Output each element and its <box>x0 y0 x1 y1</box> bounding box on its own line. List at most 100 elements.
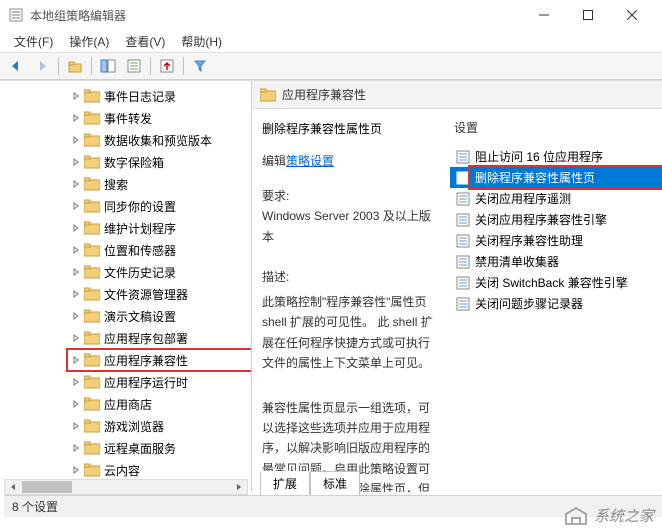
forward-button[interactable] <box>30 55 54 77</box>
close-button[interactable] <box>610 0 654 30</box>
chevron-right-icon[interactable] <box>70 156 82 168</box>
details-header: 应用程序兼容性 <box>252 81 662 109</box>
setting-item[interactable]: 关闭 SwitchBack 兼容性引擎 <box>450 272 662 293</box>
scroll-thumb[interactable] <box>22 481 72 493</box>
export-button[interactable] <box>155 55 179 77</box>
chevron-right-icon[interactable] <box>70 376 82 388</box>
tree-item[interactable]: 数字保险箱 <box>70 151 251 173</box>
minimize-button[interactable] <box>522 0 566 30</box>
tree-item[interactable]: 位置和传感器 <box>70 239 251 261</box>
chevron-right-icon[interactable] <box>70 200 82 212</box>
chevron-right-icon[interactable] <box>70 112 82 124</box>
window-title: 本地组策略编辑器 <box>30 7 522 24</box>
setting-label: 阻止访问 16 位应用程序 <box>475 148 603 165</box>
description-label: 描述: <box>262 267 440 287</box>
setting-item[interactable]: 删除程序兼容性属性页 <box>450 167 662 188</box>
folder-icon <box>84 111 100 125</box>
back-button[interactable] <box>4 55 28 77</box>
tree-item[interactable]: 应用商店 <box>70 393 251 415</box>
tree-item-label: 维护计划程序 <box>104 220 176 237</box>
tree-item[interactable]: 事件日志记录 <box>70 85 251 107</box>
filter-button[interactable] <box>188 55 212 77</box>
folder-icon <box>84 397 100 411</box>
setting-item[interactable]: 阻止访问 16 位应用程序 <box>450 146 662 167</box>
tree-item-label: 数字保险箱 <box>104 154 164 171</box>
tree-item-label: 应用程序兼容性 <box>104 352 188 369</box>
menu-help[interactable]: 帮助(H) <box>173 31 230 52</box>
policy-icon <box>456 192 470 206</box>
chevron-right-icon[interactable] <box>70 134 82 146</box>
up-button[interactable] <box>63 55 87 77</box>
policy-icon <box>456 276 470 290</box>
chevron-right-icon[interactable] <box>70 442 82 454</box>
chevron-right-icon[interactable] <box>70 332 82 344</box>
scroll-left-button[interactable] <box>5 480 21 494</box>
tab-standard[interactable]: 标准 <box>310 471 360 495</box>
tree-item-label: 事件转发 <box>104 110 152 127</box>
setting-item[interactable]: 关闭程序兼容性助理 <box>450 230 662 251</box>
chevron-right-icon[interactable] <box>70 266 82 278</box>
chevron-right-icon[interactable] <box>70 178 82 190</box>
policy-icon <box>456 297 470 311</box>
menu-file[interactable]: 文件(F) <box>6 31 61 52</box>
maximize-button[interactable] <box>566 0 610 30</box>
setting-label: 关闭程序兼容性助理 <box>475 232 583 249</box>
policy-icon <box>456 255 470 269</box>
tab-extended[interactable]: 扩展 <box>260 471 310 495</box>
setting-item[interactable]: 关闭应用程序兼容性引擎 <box>450 209 662 230</box>
tree-item-label: 远程桌面服务 <box>104 440 176 457</box>
setting-label: 关闭问题步骤记录器 <box>475 295 583 312</box>
tree-item[interactable]: 维护计划程序 <box>70 217 251 239</box>
details-pane: 应用程序兼容性 删除程序兼容性属性页 编辑策略设置 要求: Windows Se… <box>252 81 662 492</box>
chevron-right-icon[interactable] <box>70 222 82 234</box>
chevron-right-icon[interactable] <box>70 288 82 300</box>
setting-item[interactable]: 禁用清单收集器 <box>450 251 662 272</box>
tree-item[interactable]: 搜索 <box>70 173 251 195</box>
tree-item[interactable]: 演示文稿设置 <box>70 305 251 327</box>
chevron-right-icon[interactable] <box>70 244 82 256</box>
scroll-right-button[interactable] <box>231 480 247 494</box>
folder-icon <box>84 199 100 213</box>
tree-item[interactable]: 应用程序兼容性 <box>70 349 251 371</box>
setting-item[interactable]: 关闭问题步骤记录器 <box>450 293 662 314</box>
show-hide-button[interactable] <box>96 55 120 77</box>
tree-item[interactable]: 游戏浏览器 <box>70 415 251 437</box>
setting-item[interactable]: 关闭应用程序遥测 <box>450 188 662 209</box>
chevron-right-icon[interactable] <box>70 90 82 102</box>
tree-item-label: 应用商店 <box>104 396 152 413</box>
settings-list: 设置 阻止访问 16 位应用程序 删除程序兼容性属性页 关闭应用程序遥测 关闭应… <box>450 109 662 492</box>
setting-label: 关闭应用程序兼容性引擎 <box>475 211 607 228</box>
tree-item[interactable]: 文件资源管理器 <box>70 283 251 305</box>
tree-item-label: 文件资源管理器 <box>104 286 188 303</box>
chevron-right-icon[interactable] <box>70 420 82 432</box>
tree-item[interactable]: 数据收集和预览版本 <box>70 129 251 151</box>
requirements-text: Windows Server 2003 及以上版本 <box>262 206 440 247</box>
edit-policy-link[interactable]: 策略设置 <box>286 154 334 168</box>
tree-pane[interactable]: 事件日志记录 事件转发 数据收集和预览版本 数字保险箱 搜索 同步你的设置 维护… <box>0 81 252 492</box>
menu-action[interactable]: 操作(A) <box>61 31 117 52</box>
properties-button[interactable] <box>122 55 146 77</box>
watermark-text: 系统之家 <box>594 505 654 526</box>
chevron-right-icon[interactable] <box>70 464 82 476</box>
details-title: 应用程序兼容性 <box>282 86 366 103</box>
content-area: 事件日志记录 事件转发 数据收集和预览版本 数字保险箱 搜索 同步你的设置 维护… <box>0 80 662 492</box>
folder-icon <box>84 309 100 323</box>
tree-item[interactable]: 应用程序运行时 <box>70 371 251 393</box>
folder-icon <box>84 375 100 389</box>
tree-item[interactable]: 应用程序包部署 <box>70 327 251 349</box>
tree-item[interactable]: 事件转发 <box>70 107 251 129</box>
chevron-right-icon[interactable] <box>70 398 82 410</box>
folder-icon <box>84 221 100 235</box>
policy-icon <box>456 234 470 248</box>
chevron-right-icon[interactable] <box>70 310 82 322</box>
tree-item[interactable]: 文件历史记录 <box>70 261 251 283</box>
chevron-right-icon[interactable] <box>70 354 82 366</box>
menu-view[interactable]: 查看(V) <box>117 31 173 52</box>
tree-item[interactable]: 远程桌面服务 <box>70 437 251 459</box>
watermark: 系统之家 <box>562 504 654 526</box>
tree-scrollbar[interactable] <box>4 479 248 495</box>
folder-icon <box>84 177 100 191</box>
details-tabs: 扩展 标准 <box>260 473 360 495</box>
tree-item[interactable]: 云内容 <box>70 459 251 481</box>
tree-item[interactable]: 同步你的设置 <box>70 195 251 217</box>
